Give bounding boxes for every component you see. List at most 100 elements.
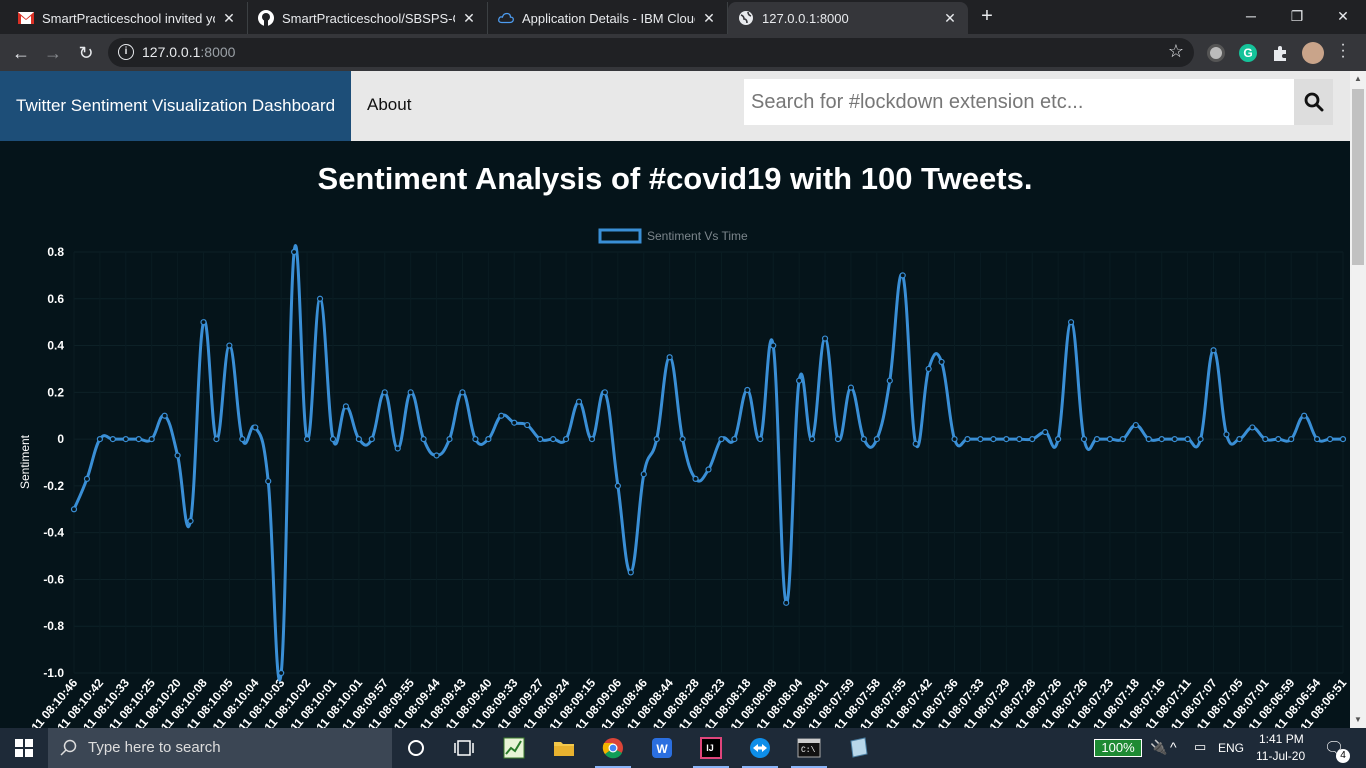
data-point[interactable] [174, 452, 181, 459]
data-point[interactable] [808, 436, 816, 443]
data-point[interactable] [886, 377, 893, 384]
data-point[interactable] [1262, 436, 1269, 443]
close-window-button[interactable]: ✕ [1320, 0, 1366, 32]
grammarly-icon[interactable]: G [1239, 44, 1257, 62]
data-point[interactable] [200, 319, 207, 326]
data-point[interactable] [873, 436, 880, 443]
data-point[interactable] [1042, 428, 1049, 436]
data-point[interactable] [588, 436, 596, 443]
data-point[interactable] [83, 475, 91, 482]
close-tab-icon[interactable]: ✕ [461, 10, 477, 27]
data-point[interactable] [316, 295, 324, 302]
display-icon[interactable]: ▭ [1194, 739, 1206, 755]
data-point[interactable] [226, 342, 233, 349]
chrome-menu-icon[interactable]: · · · [1336, 37, 1350, 65]
taskbar-search-box[interactable]: Type here to search [48, 728, 392, 768]
data-point[interactable] [1223, 431, 1230, 438]
data-point[interactable] [718, 436, 725, 443]
data-point[interactable] [511, 419, 518, 426]
data-point[interactable] [394, 445, 401, 452]
scroll-down-icon[interactable]: ▼ [1350, 712, 1366, 728]
start-button[interactable] [0, 728, 48, 768]
restore-button[interactable]: ❐ [1274, 0, 1320, 32]
data-point[interactable] [562, 436, 570, 443]
data-point[interactable] [537, 436, 544, 443]
data-point[interactable] [731, 436, 738, 443]
data-point[interactable] [1145, 436, 1152, 443]
data-point[interactable] [550, 436, 557, 443]
data-point[interactable] [252, 424, 259, 431]
scroll-up-icon[interactable]: ▲ [1350, 71, 1366, 87]
data-point[interactable] [265, 478, 272, 485]
data-point[interactable] [653, 436, 660, 443]
data-point[interactable] [1326, 436, 1334, 443]
data-point[interactable] [796, 377, 803, 384]
clock-time[interactable]: 1:41 PM [1259, 732, 1304, 746]
data-point[interactable] [666, 354, 673, 361]
chevron-up-icon[interactable]: ^ [1170, 739, 1177, 755]
file-explorer-icon[interactable] [550, 734, 578, 762]
data-point[interactable] [705, 466, 712, 473]
data-point[interactable] [96, 436, 103, 443]
data-point[interactable] [925, 365, 932, 373]
writer-icon[interactable]: W [648, 734, 676, 762]
data-point[interactable] [303, 436, 311, 443]
data-point[interactable] [148, 436, 155, 443]
data-point[interactable] [213, 436, 220, 443]
data-point[interactable] [329, 436, 337, 443]
data-point[interactable] [161, 412, 168, 419]
data-point[interactable] [1158, 436, 1165, 443]
data-point[interactable] [860, 436, 867, 443]
tab-github[interactable]: SmartPracticeschool/SBSPS-Chall ✕ [248, 2, 488, 34]
close-tab-icon[interactable]: ✕ [701, 10, 717, 27]
data-point[interactable] [291, 248, 298, 256]
page-scrollbar[interactable]: ▲ ▼ [1350, 71, 1366, 728]
data-point[interactable] [938, 358, 945, 366]
extensions-puzzle-icon[interactable] [1271, 44, 1289, 62]
data-point[interactable] [485, 436, 492, 443]
data-point[interactable] [1171, 436, 1178, 443]
cortana-icon[interactable] [402, 734, 430, 762]
data-point[interactable] [368, 436, 375, 443]
data-point[interactable] [498, 412, 505, 419]
address-bar[interactable]: i 127.0.0.1:8000 ☆ [108, 38, 1194, 67]
data-point[interactable] [627, 569, 634, 576]
extension-record-icon[interactable] [1207, 44, 1225, 62]
data-point[interactable] [1119, 436, 1126, 443]
bookmark-star-icon[interactable]: ☆ [1168, 41, 1184, 62]
data-point[interactable] [679, 436, 686, 443]
power-plug-icon[interactable]: 🔌 [1150, 739, 1167, 756]
battery-indicator[interactable]: 100% [1094, 739, 1142, 757]
close-tab-icon[interactable]: ✕ [942, 10, 958, 27]
data-point[interactable] [1197, 436, 1204, 443]
data-point[interactable] [342, 403, 350, 410]
language-indicator[interactable]: ENG [1218, 741, 1244, 755]
data-point[interactable] [614, 482, 621, 489]
data-point[interactable] [1029, 436, 1036, 443]
data-point[interactable] [109, 436, 116, 443]
data-point[interactable] [821, 335, 829, 342]
tab-localhost[interactable]: 127.0.0.1:8000 ✕ [728, 2, 968, 34]
data-point[interactable] [1055, 436, 1062, 443]
data-point[interactable] [446, 436, 453, 443]
data-point[interactable] [407, 389, 414, 396]
minimize-button[interactable]: ─ [1228, 0, 1274, 32]
data-point[interactable] [1288, 436, 1295, 443]
data-point[interactable] [744, 386, 751, 394]
data-point[interactable] [1067, 319, 1075, 326]
data-point[interactable] [601, 389, 609, 396]
data-point[interactable] [187, 517, 194, 525]
data-point[interactable] [239, 436, 246, 443]
data-point[interactable] [899, 272, 906, 279]
data-point[interactable] [122, 436, 129, 443]
chart-legend[interactable]: Sentiment Vs Time [598, 228, 748, 244]
terminal-icon[interactable]: C:\ [791, 734, 827, 768]
data-point[interactable] [1275, 436, 1282, 443]
close-tab-icon[interactable]: ✕ [221, 10, 237, 27]
data-point[interactable] [1132, 421, 1139, 429]
forward-button[interactable]: → [40, 40, 66, 66]
data-point[interactable] [757, 436, 764, 443]
data-point[interactable] [70, 506, 78, 513]
data-point[interactable] [770, 342, 777, 349]
data-point[interactable] [575, 398, 583, 405]
